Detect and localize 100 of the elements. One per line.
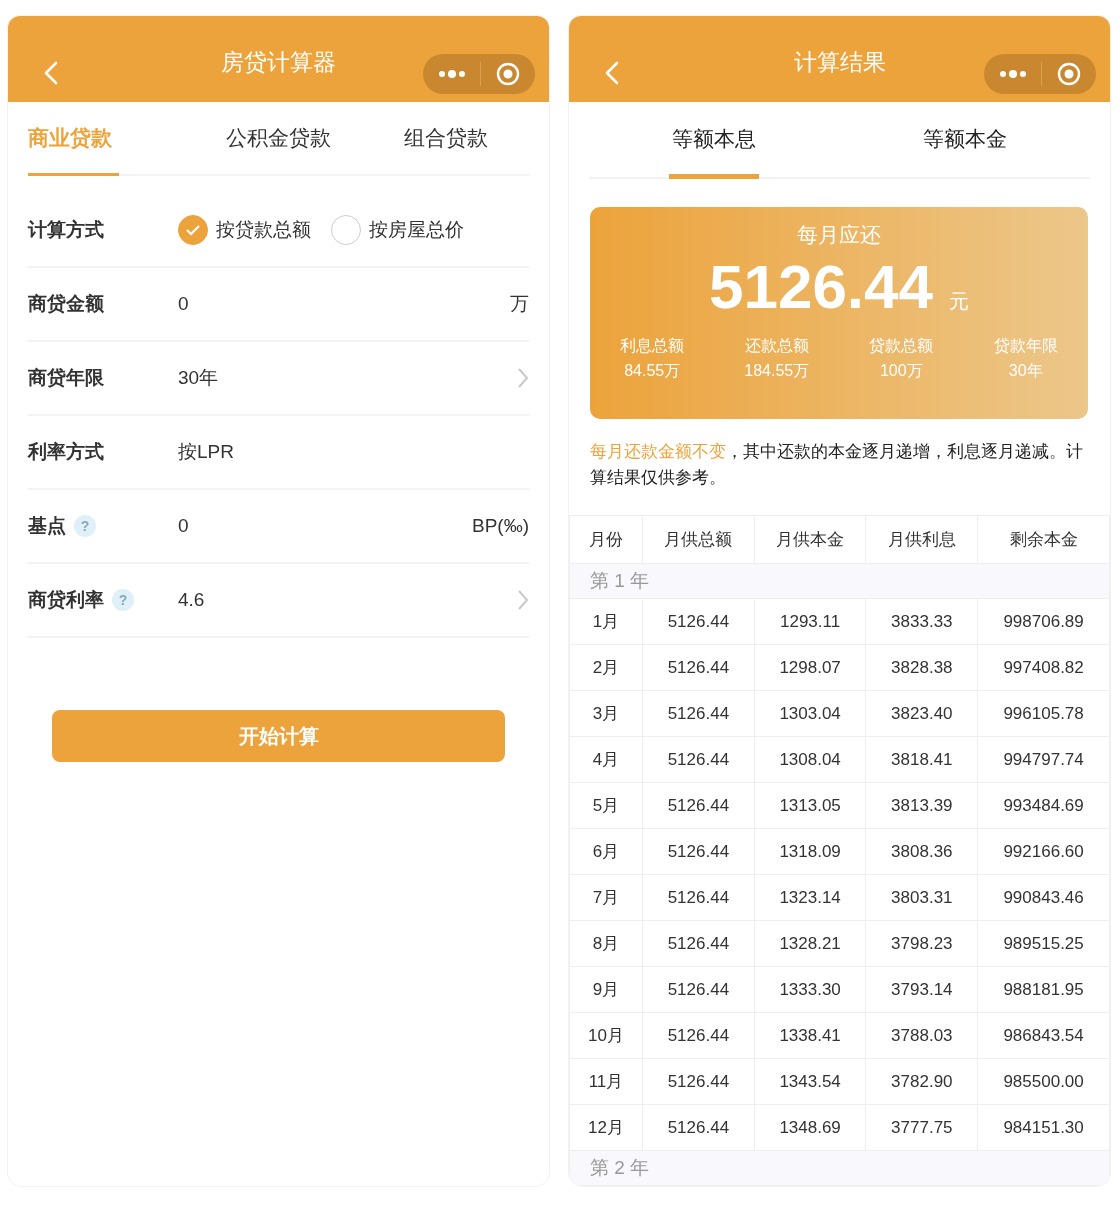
column-header: 月份 (569, 515, 643, 564)
field-label: 计算方式 (28, 218, 104, 242)
table-cell: 1303.04 (754, 690, 866, 737)
chevron-icon (517, 367, 529, 389)
table-cell: 5126.44 (642, 598, 755, 645)
stat-label: 利息总额 (620, 335, 685, 356)
table-cell: 6月 (569, 828, 643, 875)
stat-value: 84.55万 (624, 360, 681, 381)
table-cell: 1338.41 (754, 1012, 866, 1059)
table-cell: 5126.44 (642, 690, 755, 737)
table-cell: 5126.44 (642, 1104, 755, 1151)
table-cell: 990843.46 (977, 874, 1110, 921)
table-cell: 5126.44 (642, 874, 755, 921)
table-cell: 3818.41 (865, 736, 978, 783)
table-cell: 8月 (569, 920, 643, 967)
table-cell: 5126.44 (642, 966, 755, 1013)
table-cell: 3813.39 (865, 782, 978, 829)
more-icon[interactable] (999, 70, 1026, 78)
stat-value: 30年 (1008, 360, 1043, 381)
summary-title: 每月应还 (797, 221, 881, 248)
field-label: 基点 (28, 514, 66, 538)
field-label: 商贷年限 (28, 366, 104, 390)
table-cell: 984151.30 (977, 1104, 1110, 1151)
stat-value: 100万 (879, 360, 923, 381)
nav-title: 房贷计算器 (221, 47, 336, 77)
column-header: 月供本金 (754, 515, 866, 564)
table-cell: 5126.44 (642, 782, 755, 829)
table-cell: 9月 (569, 966, 643, 1013)
unit-label: BP(‰) (472, 515, 529, 537)
column-header: 月供总额 (642, 515, 755, 564)
table-cell: 5126.44 (642, 1012, 755, 1059)
column-header: 月供利息 (865, 515, 978, 564)
table-cell: 1月 (569, 598, 643, 645)
table-cell: 3788.03 (865, 1012, 978, 1059)
stat-label: 贷款总额 (869, 335, 934, 356)
table-cell: 989515.25 (977, 920, 1110, 967)
stat-label: 还款总额 (744, 335, 809, 356)
table-cell: 1308.04 (754, 736, 866, 783)
note-text: 每月还款金额不变，其中还款的本金逐月递增，利息逐月递减。计算结果仅供参考。 (590, 441, 1084, 489)
table-cell: 5126.44 (642, 1058, 755, 1105)
table-cell: 7月 (569, 874, 643, 921)
table-cell: 1333.30 (754, 966, 866, 1013)
table-cell: 994797.74 (977, 736, 1110, 783)
tab[interactable]: 等额本金 (839, 102, 1090, 177)
tab[interactable]: 等额本息 (589, 102, 840, 177)
field-value: 按LPR (178, 440, 235, 464)
table-cell: 3777.75 (865, 1104, 978, 1151)
table-cell: 996105.78 (977, 690, 1110, 737)
table-cell: 12月 (569, 1104, 643, 1151)
select-value[interactable]: 30年 (178, 365, 517, 391)
table-cell: 1298.07 (754, 644, 866, 691)
stat-label: 贷款年限 (993, 335, 1058, 356)
table-cell: 993484.69 (977, 782, 1110, 829)
radio-option[interactable]: 按房屋总价 (331, 215, 464, 245)
table-cell: 4月 (569, 736, 643, 783)
column-header: 剩余本金 (977, 515, 1110, 564)
table-cell: 1323.14 (754, 874, 866, 921)
table-cell: 1343.54 (754, 1058, 866, 1105)
unit-label: 万 (510, 292, 529, 316)
table-cell: 1293.11 (754, 598, 866, 645)
field-label: 利率方式 (28, 440, 104, 464)
table-cell: 3803.31 (865, 874, 978, 921)
year-row: 第 1 年 (569, 563, 1110, 599)
field-label: 商贷金额 (28, 292, 104, 316)
table-cell: 11月 (569, 1058, 643, 1105)
table-cell: 3793.14 (865, 966, 978, 1013)
table-cell: 986843.54 (977, 1012, 1110, 1059)
nav-title: 计算结果 (793, 47, 886, 77)
tab[interactable]: 公积金贷款 (195, 102, 362, 174)
monthly-amount: 5126.44 (708, 250, 934, 322)
table-cell: 1348.69 (754, 1104, 866, 1151)
table-cell: 3833.33 (865, 598, 978, 645)
table-cell: 5126.44 (642, 828, 755, 875)
year-row: 第 2 年 (569, 1150, 1110, 1186)
table-cell: 5126.44 (642, 736, 755, 783)
back-icon[interactable] (44, 61, 58, 85)
table-cell: 5126.44 (642, 644, 755, 691)
table-cell: 1313.05 (754, 782, 866, 829)
field-label: 商贷利率 (28, 588, 104, 612)
table-cell: 998706.89 (977, 598, 1110, 645)
table-cell: 985500.00 (977, 1058, 1110, 1105)
radio-option[interactable]: 按贷款总额 (178, 215, 311, 245)
more-icon[interactable] (438, 70, 465, 78)
table-cell: 988181.95 (977, 966, 1110, 1013)
table-cell: 997408.82 (977, 644, 1110, 691)
select-value[interactable]: 4.6 (178, 589, 517, 611)
chevron-icon (517, 589, 529, 611)
table-cell: 3798.23 (865, 920, 978, 967)
table-cell: 5126.44 (642, 920, 755, 967)
input-field[interactable]: 0 (178, 515, 472, 537)
table-cell: 2月 (569, 644, 643, 691)
table-cell: 1328.21 (754, 920, 866, 967)
table-cell: 3808.36 (865, 828, 978, 875)
table-cell: 5月 (569, 782, 643, 829)
tab[interactable]: 组合贷款 (362, 102, 529, 174)
stat-value: 184.55万 (744, 360, 810, 381)
input-field[interactable]: 0 (178, 293, 510, 315)
table-cell: 992166.60 (977, 828, 1110, 875)
table-cell: 3823.40 (865, 690, 978, 737)
back-icon[interactable] (605, 61, 619, 85)
